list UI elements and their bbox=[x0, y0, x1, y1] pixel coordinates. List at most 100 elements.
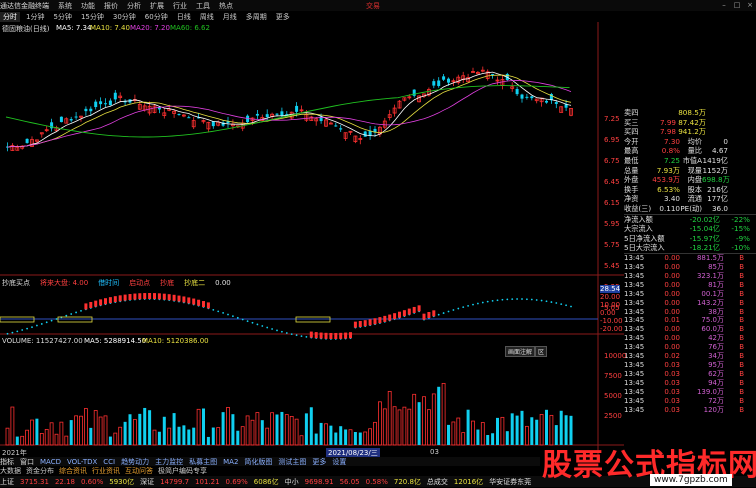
volume-bar-up bbox=[10, 406, 15, 446]
trade-button[interactable]: 交易 bbox=[366, 1, 380, 11]
tick-cell: 0.00 bbox=[664, 262, 680, 271]
tick-cell: 13:45 bbox=[624, 343, 645, 352]
indicator-dot bbox=[227, 313, 229, 316]
indicator-tab[interactable]: 设置 bbox=[332, 457, 346, 467]
indicator-bar bbox=[378, 317, 382, 324]
status-item[interactable]: 总成交 bbox=[427, 477, 448, 487]
volume-label: VOLUME: 11527427.00 bbox=[2, 337, 83, 345]
function-tab[interactable]: 资金分布 bbox=[26, 466, 54, 476]
candle-down bbox=[491, 73, 495, 75]
menu-function[interactable]: 功能 bbox=[81, 1, 95, 11]
indicator-dot bbox=[565, 304, 567, 307]
tick-row: 13:45 0.03 72万 B bbox=[624, 397, 756, 406]
period-tab[interactable]: 5分钟 bbox=[50, 12, 74, 22]
volume-bar-down bbox=[447, 424, 450, 445]
zone-button[interactable]: 区 bbox=[535, 346, 548, 357]
menu-tools[interactable]: 工具 bbox=[196, 1, 210, 11]
quote-cell: 7.93万 bbox=[656, 165, 680, 175]
indicator-dot bbox=[241, 318, 244, 321]
indicator-tab[interactable]: 简化版图 bbox=[244, 457, 272, 467]
menu-extend[interactable]: 扩展 bbox=[150, 1, 164, 11]
tick-cell: 120万 bbox=[703, 405, 724, 414]
indicator-tab[interactable]: MA2 bbox=[223, 458, 238, 466]
period-tab[interactable]: 60分钟 bbox=[142, 12, 171, 22]
minimize-icon[interactable]: – bbox=[718, 1, 730, 10]
tick-cell: 62万 bbox=[708, 370, 724, 379]
indicator-bar bbox=[148, 293, 152, 300]
indicator-dot bbox=[21, 329, 24, 331]
menu-quote[interactable]: 报价 bbox=[104, 1, 118, 11]
volume-bar-down bbox=[206, 436, 210, 445]
indicator-dot bbox=[491, 299, 494, 302]
period-tab[interactable]: 分时 bbox=[0, 12, 20, 22]
function-tab[interactable]: 大数据 bbox=[0, 466, 21, 476]
period-tab[interactable]: 15分钟 bbox=[78, 12, 107, 22]
kline-chart-area[interactable] bbox=[0, 22, 624, 457]
summary-row: 收益(三) 0.110 PE(动) 36.0 bbox=[624, 204, 756, 214]
tick-cell: B bbox=[739, 271, 744, 280]
summary-row: 净资 3.40 流通 177亿 bbox=[624, 194, 756, 204]
period-tab[interactable]: 日线 bbox=[174, 12, 194, 22]
status-item[interactable]: 中小 bbox=[285, 477, 299, 487]
menu-analysis[interactable]: 分析 bbox=[127, 1, 141, 11]
function-tab[interactable]: 极简户编码专享 bbox=[158, 466, 207, 476]
candle-down bbox=[554, 102, 558, 104]
indicator-dot bbox=[555, 302, 558, 304]
quote-cell: 7.98 bbox=[659, 127, 676, 137]
quote-cell: 收益(三) bbox=[624, 203, 652, 213]
status-item[interactable]: 上证 bbox=[0, 477, 14, 487]
summary-row: 换手 6.53% 股本 216亿 bbox=[624, 185, 756, 195]
indicator-tab[interactable]: MACD bbox=[40, 458, 61, 466]
candle-down bbox=[113, 92, 117, 100]
menu-industry[interactable]: 行业 bbox=[173, 1, 187, 11]
function-tab[interactable]: 行业资讯 bbox=[92, 466, 120, 476]
close-icon[interactable]: × bbox=[744, 1, 756, 10]
tick-cell: 13:45 bbox=[624, 289, 645, 298]
volume-bar-up bbox=[265, 427, 270, 446]
ma20-line bbox=[7, 80, 572, 148]
volume-bar-down bbox=[358, 432, 362, 445]
quote-cell: 卖四 bbox=[624, 108, 639, 117]
indicator-tab[interactable]: CCI bbox=[103, 458, 115, 466]
quote-cell: 1152万 bbox=[702, 165, 728, 175]
tick-row: 13:45 0.00 00.1万 B bbox=[624, 290, 756, 299]
indicator-tab[interactable]: 更多 bbox=[312, 457, 326, 467]
period-tab[interactable]: 更多 bbox=[273, 12, 293, 22]
summary-row: 外盘 453.9万 内盘 698.8万 bbox=[624, 175, 756, 185]
indicator-dot bbox=[266, 326, 269, 329]
price-tick: 6.75 bbox=[604, 157, 620, 165]
indicator-dot bbox=[236, 316, 239, 319]
status-item[interactable]: 深证 bbox=[140, 477, 154, 487]
note-buttons: 画面注解 区 bbox=[505, 346, 548, 357]
indicator-dot bbox=[212, 308, 215, 311]
volume-bar-down bbox=[353, 432, 357, 445]
volume-bar-down bbox=[187, 429, 191, 445]
candle-down bbox=[69, 119, 73, 121]
period-tab[interactable]: 周线 bbox=[197, 12, 217, 22]
period-tab[interactable]: 30分钟 bbox=[110, 12, 139, 22]
volume-bar-up bbox=[103, 415, 108, 446]
maximize-icon[interactable]: □ bbox=[731, 1, 743, 10]
volume-bar-up bbox=[49, 422, 54, 446]
indicator-dot bbox=[481, 301, 484, 304]
quote-cell: 698.8万 bbox=[702, 175, 730, 185]
volume-bar-up bbox=[500, 416, 505, 446]
function-tab[interactable]: 互动问答 bbox=[125, 466, 153, 476]
tick-cell: 13:45 bbox=[624, 316, 645, 325]
volume-tick: 5000 bbox=[604, 392, 622, 400]
annotate-button[interactable]: 画面注解 bbox=[505, 346, 536, 357]
period-tab[interactable]: 月线 bbox=[220, 12, 240, 22]
indicator-dot bbox=[70, 313, 73, 315]
volume-bar-up bbox=[431, 393, 436, 446]
period-tab[interactable]: 多周期 bbox=[243, 12, 270, 22]
tick-cell: B bbox=[739, 379, 744, 388]
vol-ma5-label: MA5: 5288914.50 bbox=[84, 337, 147, 345]
tick-cell: 0.03 bbox=[664, 379, 680, 388]
indicator-dot bbox=[40, 323, 43, 325]
menu-system[interactable]: 系统 bbox=[58, 1, 72, 11]
function-tab[interactable]: 综合资讯 bbox=[59, 466, 87, 476]
period-tab[interactable]: 1分钟 bbox=[23, 12, 47, 22]
menu-hot[interactable]: 热点 bbox=[219, 1, 233, 11]
indicator-tab[interactable]: 测试主图 bbox=[278, 457, 306, 467]
indicator-tab[interactable]: VOL-TDX bbox=[67, 458, 97, 466]
